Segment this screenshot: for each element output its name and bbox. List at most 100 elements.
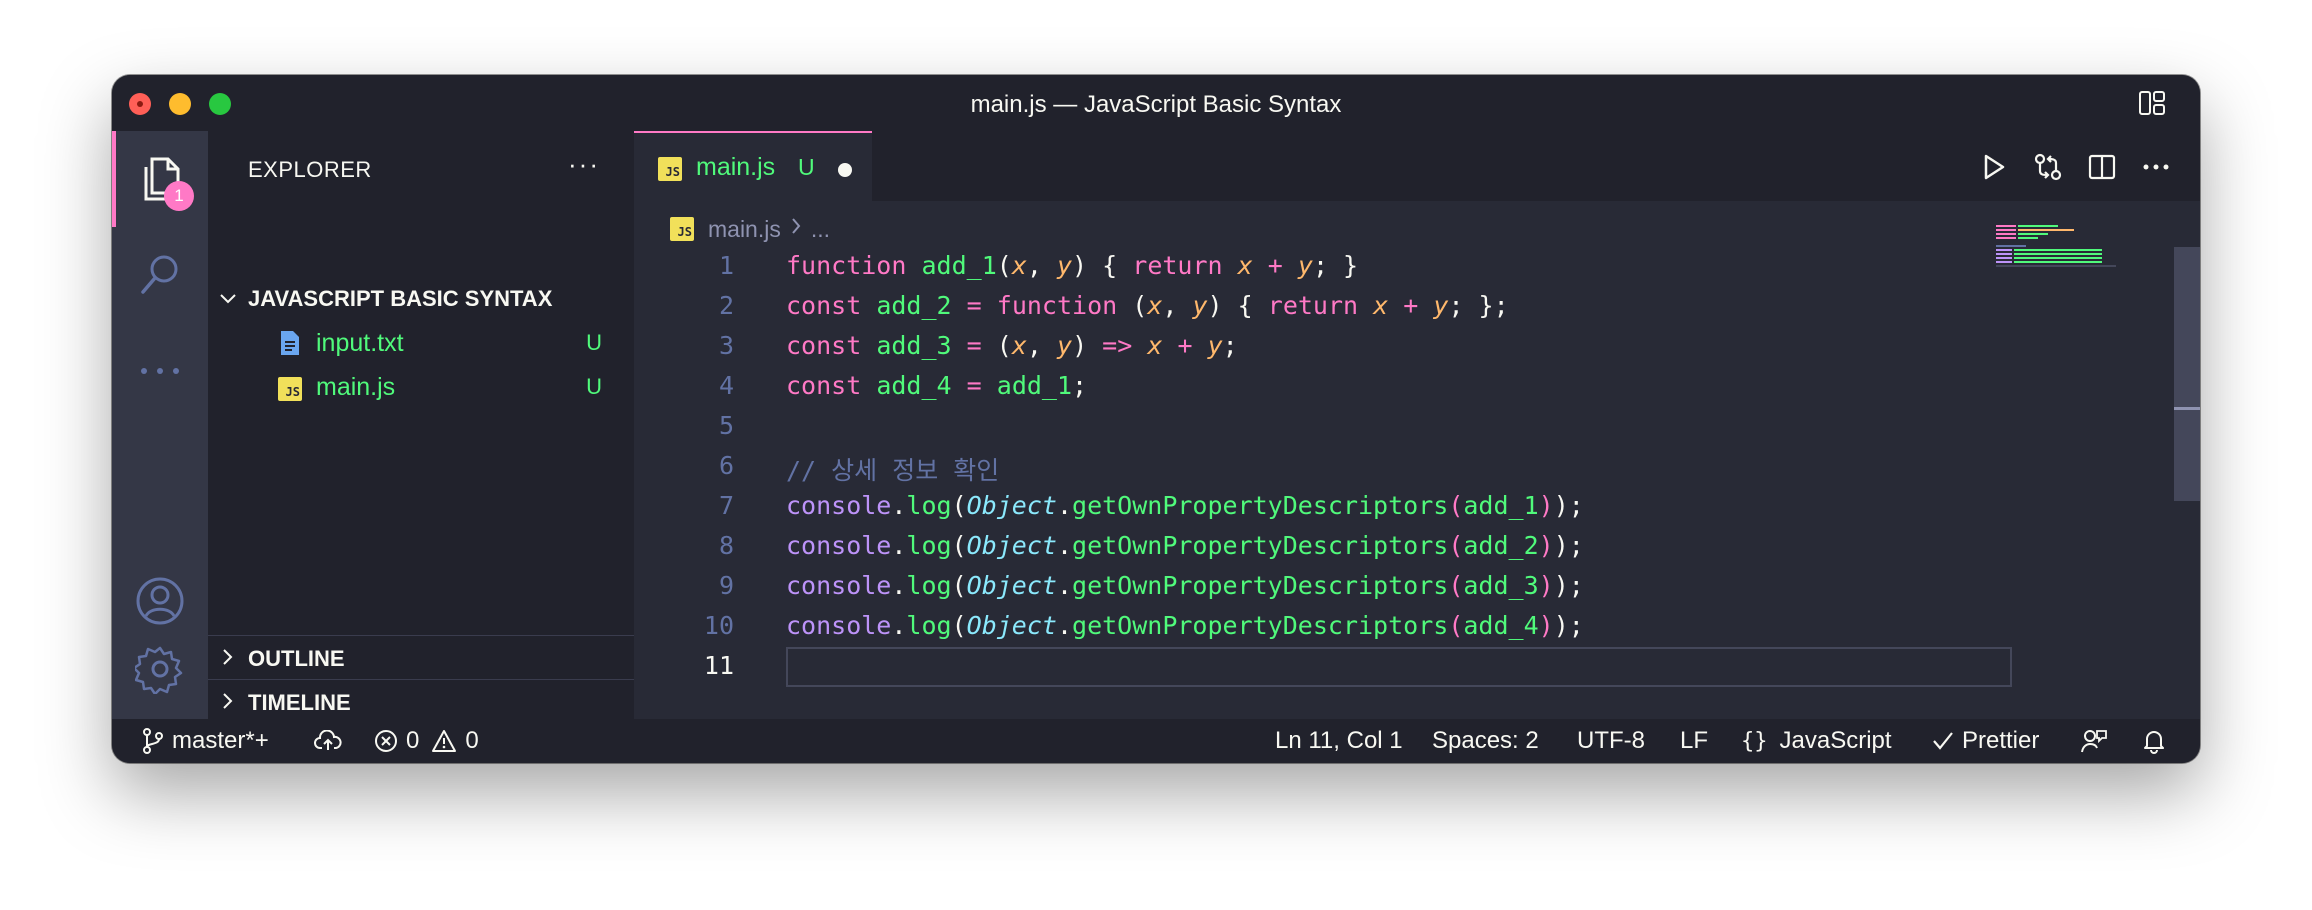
code-line: 1 function add_1(x, y) { return x + y; } <box>634 247 2114 287</box>
run-icon[interactable] <box>1978 151 2010 183</box>
current-code-line: 11 <box>634 647 2114 687</box>
checkmark-icon <box>1933 732 1953 750</box>
customize-layout-icon[interactable] <box>2138 90 2166 116</box>
search-icon[interactable] <box>112 227 208 323</box>
project-folder-section[interactable]: JAVASCRIPT BASIC SYNTAX <box>208 279 634 319</box>
breadcrumb-file[interactable]: main.js <box>708 216 781 243</box>
sidebar-divider <box>208 679 634 680</box>
compare-changes-icon[interactable] <box>2032 151 2064 183</box>
sidebar-divider <box>208 635 634 636</box>
current-line-highlight <box>786 647 2012 687</box>
line-number: 7 <box>718 491 734 520</box>
js-file-icon: JS <box>658 157 682 181</box>
chevron-right-icon <box>208 648 248 671</box>
code-line: 2 const add_2 = function (x, y) { return… <box>634 287 2114 327</box>
code-line: 10 console.log(Object.getOwnPropertyDesc… <box>634 607 2114 647</box>
js-badge: JS <box>278 377 302 401</box>
chevron-down-icon <box>208 289 248 310</box>
code-text: console.log(Object.getOwnPropertyDescrip… <box>786 531 1584 560</box>
line-number: 1 <box>718 251 734 280</box>
js-file-icon: JS <box>670 217 694 241</box>
explorer-more-actions-icon[interactable]: ··· <box>568 149 600 180</box>
outline-section[interactable]: OUTLINE <box>208 639 634 679</box>
line-number: 9 <box>718 571 734 600</box>
tab-git-status: U <box>798 154 815 180</box>
line-number: 6 <box>718 451 734 480</box>
cloud-sync-icon <box>314 730 342 750</box>
indentation-status[interactable]: Spaces: 2 <box>1432 719 1539 763</box>
minimap[interactable] <box>1996 223 2116 283</box>
code-comment: // 상세 정보 확인 <box>786 456 1000 485</box>
code-line: 6 // 상세 정보 확인 <box>634 447 2114 487</box>
feedback-icon[interactable] <box>2080 719 2116 763</box>
editor-actions <box>1978 151 2172 183</box>
text-file-icon <box>278 330 302 356</box>
cursor-position[interactable]: Ln 11, Col 1 <box>1275 719 1403 763</box>
problems-status[interactable]: 0 0 <box>374 719 479 763</box>
braces-icon: {} <box>1741 728 1768 754</box>
git-branch-icon <box>143 728 163 754</box>
notifications-bell-icon[interactable] <box>2142 719 2174 763</box>
code-text: const add_2 = function (x, y) { return x… <box>786 291 1509 320</box>
prettier-label: Prettier <box>1962 727 2040 754</box>
git-status-badge: U <box>586 330 602 355</box>
explorer-icon[interactable]: 1 <box>112 131 208 227</box>
code-line: 3 const add_3 = (x, y) => x + y; <box>634 327 2114 367</box>
code-text: const add_3 = (x, y) => x + y; <box>786 331 1238 360</box>
tab-label: main.js <box>696 153 776 181</box>
activity-bar: 1 <box>112 131 208 719</box>
file-item-main-js[interactable]: JS main.js U <box>208 365 634 409</box>
file-item-input-txt[interactable]: input.txt U <box>208 321 634 365</box>
error-icon <box>375 730 397 752</box>
split-editor-icon[interactable] <box>2086 151 2118 183</box>
code-text: const add_4 = add_1; <box>786 371 1088 400</box>
status-bar: master*+ 0 0 Ln 11, Col 1 Spaces: 2 UTF-… <box>112 719 2200 763</box>
tab-main-js[interactable]: JS main.js U <box>634 131 872 201</box>
line-number: 5 <box>718 411 734 440</box>
project-folder-label: JAVASCRIPT BASIC SYNTAX <box>248 286 553 311</box>
code-line: 8 console.log(Object.getOwnPropertyDescr… <box>634 527 2114 567</box>
explorer-header: EXPLORER <box>248 157 372 182</box>
chevron-right-icon <box>208 692 248 715</box>
more-actions-icon[interactable] <box>2140 151 2172 183</box>
encoding-status[interactable]: UTF-8 <box>1577 719 1645 763</box>
line-number: 4 <box>718 371 734 400</box>
chevron-right-icon <box>791 217 801 241</box>
more-views-icon[interactable] <box>112 323 208 419</box>
prettier-status[interactable]: Prettier <box>1932 719 2039 763</box>
code-line: 7 console.log(Object.getOwnPropertyDescr… <box>634 487 2114 527</box>
editor-area: JS main.js U JS main.js ... 1 function a… <box>634 131 2200 719</box>
code-text: function add_1(x, y) { return x + y; } <box>786 251 1359 280</box>
code-line: 4 const add_4 = add_1; <box>634 367 2114 407</box>
code-line: 9 console.log(Object.getOwnPropertyDescr… <box>634 567 2114 607</box>
breadcrumb-symbol[interactable]: ... <box>811 216 830 243</box>
file-name: input.txt <box>316 328 404 357</box>
branch-name: master*+ <box>172 727 269 754</box>
git-status-badge: U <box>586 374 602 399</box>
window-title: main.js — JavaScript Basic Syntax <box>970 91 1342 118</box>
language-label: JavaScript <box>1779 727 1892 754</box>
language-mode[interactable]: {} JavaScript <box>1741 719 1892 763</box>
vscode-window: main.js — JavaScript Basic Syntax 1 EXPL… <box>112 75 2200 763</box>
line-number: 3 <box>718 331 734 360</box>
git-branch-status[interactable]: master*+ <box>142 719 269 763</box>
unsaved-dot-icon[interactable] <box>838 163 852 177</box>
timeline-label: TIMELINE <box>248 690 351 715</box>
settings-gear-icon[interactable] <box>112 621 208 717</box>
sync-status[interactable] <box>314 719 350 763</box>
breadcrumb: JS main.js ... <box>670 212 830 246</box>
eol-status[interactable]: LF <box>1680 719 1708 763</box>
scrollbar-cursor-marker <box>2174 407 2200 410</box>
line-number: 8 <box>718 531 734 560</box>
file-name: main.js <box>316 372 396 401</box>
js-file-icon: JS <box>278 374 302 401</box>
code-text: console.log(Object.getOwnPropertyDescrip… <box>786 491 1584 520</box>
vertical-scrollbar[interactable] <box>2174 247 2200 501</box>
line-number: 2 <box>718 291 734 320</box>
code-line: 5 <box>634 407 2114 447</box>
timeline-section[interactable]: TIMELINE <box>208 683 634 723</box>
error-count: 0 <box>406 727 420 754</box>
editor-tab-bar: JS main.js U <box>634 131 2200 201</box>
line-number: 11 <box>703 651 734 680</box>
line-number: 10 <box>703 611 734 640</box>
